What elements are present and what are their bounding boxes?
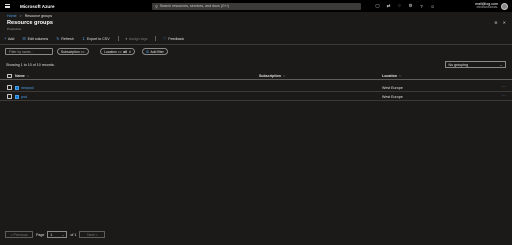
column-header-subscription[interactable]: Subscription ↑↓	[259, 74, 286, 78]
page-label: Page	[36, 232, 45, 237]
add-button[interactable]: + Add	[4, 36, 14, 41]
location-filter-label: Location ==	[104, 49, 122, 54]
tag-icon: ♦	[125, 36, 128, 41]
settings-icon[interactable]: ⚙	[405, 0, 416, 12]
search-placeholder: Search resources, services, and docs (G+…	[159, 4, 229, 8]
chevron-down-icon: ⌄	[61, 232, 65, 237]
columns-icon: ☰	[22, 36, 27, 41]
page-subtitle: Production	[7, 27, 22, 31]
edit-columns-label: Edit columns	[27, 36, 49, 41]
close-icon[interactable]: ✕	[503, 20, 506, 25]
heart-icon: ♡	[163, 36, 167, 41]
grouping-dropdown[interactable]: No grouping ⌄	[445, 61, 506, 68]
top-bar-icons: ▢ ⇄ ♢ ⚙ ? ☺	[372, 0, 438, 12]
plus-icon: +	[4, 36, 7, 41]
assign-tags-label: Assign tags	[128, 36, 148, 41]
column-location-label: Location	[382, 74, 397, 78]
page-select-value: 1	[50, 232, 53, 237]
add-label: Add	[7, 36, 15, 41]
location-filter-value: all	[123, 49, 128, 54]
subscription-filter-pill[interactable]: Subscription ==	[57, 48, 89, 55]
grouping-selected: No grouping	[448, 62, 469, 67]
select-all-checkbox[interactable]	[7, 73, 12, 78]
account-tier: PROFESSIONAL	[476, 6, 498, 9]
command-bar: + Add ☰ Edit columns ↻ Refresh ↧ Export …	[4, 35, 192, 42]
page-title: Resource groups	[7, 20, 54, 26]
resource-group-icon	[15, 94, 19, 99]
resource-group-link[interactable]: pod	[21, 95, 27, 99]
close-icon[interactable]: ✕	[129, 50, 132, 54]
cloud-shell-icon[interactable]: ▢	[372, 0, 383, 12]
page-select[interactable]: 1 ⌄	[47, 231, 68, 238]
more-actions-icon[interactable]: ···	[502, 84, 506, 89]
edit-columns-button[interactable]: ☰ Edit columns	[22, 36, 48, 41]
assign-tags-button[interactable]: ♦ Assign tags	[125, 36, 147, 41]
sort-icon: ↑↓	[398, 74, 402, 78]
breadcrumb: Home > Resource groups	[7, 14, 52, 18]
location-filter-pill[interactable]: Location == all ✕	[100, 48, 136, 55]
breadcrumb-current: Resource groups	[24, 14, 53, 18]
column-subscription-label: Subscription	[259, 74, 281, 78]
add-filter-button[interactable]: ⊞ Add filter	[142, 48, 168, 55]
feedback-icon[interactable]: ☺	[427, 0, 438, 12]
column-name-label: Name	[15, 74, 25, 78]
sort-icon: ↑↓	[282, 74, 286, 78]
resource-group-icon	[15, 85, 19, 90]
column-header-name[interactable]: Name ↑↓	[15, 74, 29, 78]
directory-filter-icon[interactable]: ⇄	[383, 0, 394, 12]
chevron-down-icon: ⌄	[499, 62, 503, 67]
table-row[interactable]: newpod West Europe ···	[0, 83, 512, 92]
row-location: West Europe	[382, 94, 403, 99]
brand-title[interactable]: Microsoft Azure	[20, 4, 55, 9]
breadcrumb-home-link[interactable]: Home	[7, 14, 17, 18]
resource-group-link[interactable]: newpod	[21, 86, 34, 90]
pager: < Previous Page 1 ⌄ of 1 Next >	[5, 231, 106, 238]
export-csv-button[interactable]: ↧ Export to CSV	[82, 36, 110, 41]
row-checkbox[interactable]	[7, 94, 12, 99]
more-actions-icon[interactable]: ···	[502, 93, 506, 98]
previous-page-button[interactable]: < Previous	[5, 231, 33, 238]
refresh-icon: ↻	[56, 36, 60, 41]
account-info[interactable]: mail@log.com PROFESSIONAL	[458, 2, 498, 9]
table-header: Name ↑↓ Subscription ↑↓ Location ↑↓	[0, 72, 512, 80]
pin-icon[interactable]: ✲	[494, 20, 497, 25]
filter-by-name-input[interactable]: Filter by name...	[5, 48, 53, 55]
help-icon[interactable]: ?	[416, 0, 427, 12]
command-separator	[117, 36, 119, 41]
export-csv-label: Export to CSV	[86, 36, 110, 41]
breadcrumb-separator: >	[19, 14, 22, 18]
avatar[interactable]	[501, 2, 508, 10]
refresh-label: Refresh	[61, 36, 74, 41]
table-row[interactable]: pod West Europe ···	[0, 92, 512, 101]
title-actions: ✲ ✕	[494, 20, 506, 25]
sort-icon: ↑↓	[26, 74, 30, 78]
search-icon: ⚲	[155, 4, 158, 9]
notifications-icon[interactable]: ♢	[394, 0, 405, 12]
subscription-filter-label: Subscription ==	[61, 49, 85, 54]
row-location: West Europe	[382, 85, 403, 90]
row-name: pod	[15, 94, 27, 99]
row-checkbox[interactable]	[7, 85, 12, 90]
global-search-input[interactable]: ⚲ Search resources, services, and docs (…	[152, 2, 361, 10]
filter-placeholder: Filter by name...	[9, 49, 34, 54]
add-filter-label: Add filter	[150, 49, 164, 54]
feedback-label: Feedback	[168, 36, 185, 41]
command-separator	[155, 36, 157, 41]
download-icon: ↧	[81, 36, 86, 41]
row-name: newpod	[15, 85, 34, 90]
command-bar-divider	[0, 44, 512, 45]
records-count: Showing 1 to 10 of 10 records.	[6, 63, 55, 67]
column-header-location[interactable]: Location ↑↓	[382, 74, 402, 78]
refresh-button[interactable]: ↻ Refresh	[56, 36, 74, 41]
portal-menu-icon[interactable]	[2, 0, 12, 12]
add-filter-icon: ⊞	[146, 49, 149, 54]
feedback-button[interactable]: ♡ Feedback	[163, 36, 184, 41]
page-of-label: of 1	[70, 232, 77, 237]
next-page-button[interactable]: Next >	[79, 231, 106, 238]
